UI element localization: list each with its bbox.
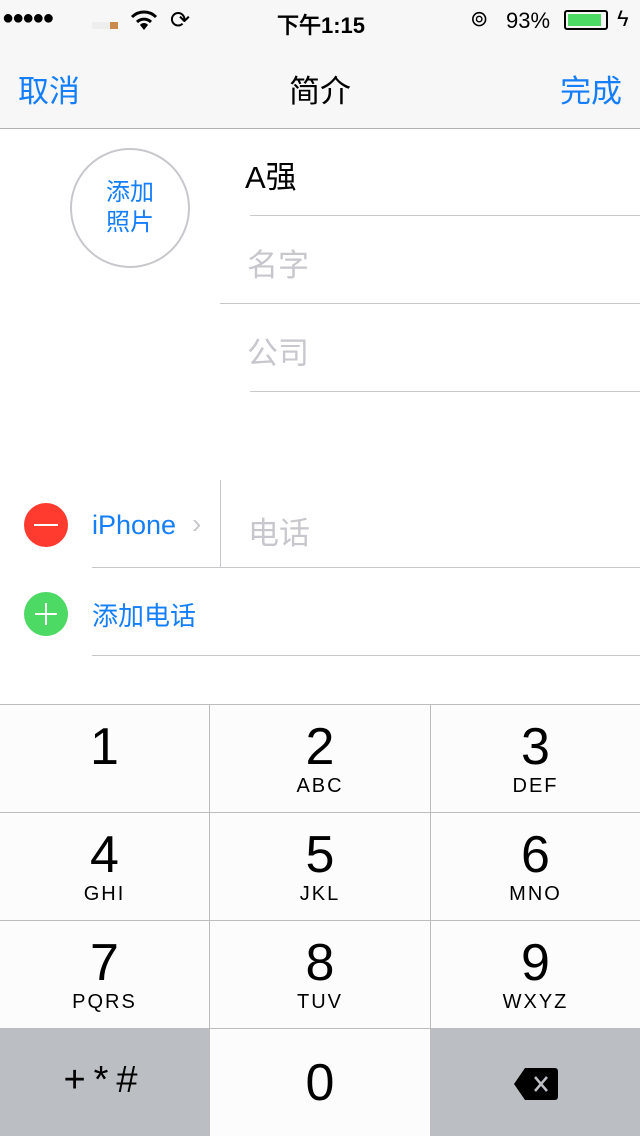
signal-dots: ●●●●● (2, 7, 54, 29)
delete-key[interactable] (431, 1029, 640, 1136)
key-8[interactable]: 8 TUV (210, 921, 430, 1028)
sync-icon: ⟳ (170, 7, 191, 34)
key-1[interactable]: 1 (0, 705, 209, 812)
company-field[interactable]: 公司 (247, 328, 309, 373)
add-photo-label-2: 照片 (106, 209, 154, 236)
key-letters: MNO (509, 883, 562, 905)
battery-percent: 93% (506, 8, 551, 33)
key-digit: 8 (305, 934, 335, 992)
add-photo-label: 添加 (106, 179, 154, 206)
key-letters: DEF (512, 775, 559, 797)
key-digit: 1 (90, 718, 119, 776)
key-7[interactable]: 7 PQRS (0, 921, 209, 1028)
last-name-field[interactable]: A强 (245, 152, 297, 197)
chevron-right-icon: › (192, 508, 202, 539)
add-phone-label[interactable]: 添加电话 (92, 596, 196, 633)
key-3[interactable]: 3 DEF (431, 705, 640, 812)
key-4[interactable]: 4 GHI (0, 813, 209, 920)
key-2[interactable]: 2 ABC (210, 705, 430, 812)
divider (92, 567, 640, 568)
key-digit: 9 (521, 934, 550, 992)
plus-icon (45, 603, 47, 625)
key-letters: JKL (299, 883, 341, 905)
key-letters: WXYZ (502, 991, 569, 1013)
key-9[interactable]: 9 WXYZ (431, 921, 640, 1028)
key-digit: 6 (521, 826, 550, 884)
backspace-icon (513, 1068, 558, 1100)
status-time: 下午1:15 (277, 13, 366, 38)
key-letters: TUV (297, 991, 343, 1013)
symbols-key[interactable]: +*# (0, 1029, 209, 1136)
key-digit: 3 (521, 718, 550, 776)
add-photo-button[interactable]: 添加 照片 (70, 148, 190, 268)
divider (92, 655, 640, 656)
key-letters: ABC (296, 775, 344, 797)
status-bar: ●●●●● ⟳ 下午1:15 ⊚ 93% ϟ (0, 0, 640, 40)
charging-icon: ϟ (617, 6, 629, 31)
rotation-lock-icon: ⊚ (470, 6, 489, 31)
first-name-field[interactable]: 名字 (247, 240, 309, 285)
divider (250, 215, 640, 216)
key-digit: 4 (90, 826, 119, 884)
remove-phone-button[interactable] (24, 503, 68, 547)
wifi-icon (130, 10, 158, 30)
phone-label-selector[interactable]: iPhone (92, 510, 176, 541)
key-digit: 5 (305, 826, 335, 884)
divider (220, 303, 640, 304)
battery-icon (564, 10, 608, 30)
add-phone-button[interactable] (24, 592, 68, 636)
divider (220, 480, 221, 567)
key-6[interactable]: 6 MNO (431, 813, 640, 920)
page-title: 简介 (289, 74, 351, 109)
key-letters: GHI (83, 883, 126, 905)
done-button[interactable]: 完成 (560, 66, 622, 111)
phone-field[interactable]: 电话 (248, 508, 310, 553)
symbols-label: +*# (63, 1059, 146, 1101)
key-digit: 0 (305, 1054, 335, 1112)
key-digit: 2 (305, 718, 335, 776)
key-letters: PQRS (72, 991, 137, 1013)
key-0[interactable]: 0 (210, 1029, 430, 1136)
minus-icon (34, 524, 58, 526)
key-digit: 7 (90, 934, 119, 992)
nav-bar: 取消 简介 完成 (0, 40, 640, 129)
divider (250, 391, 640, 392)
numeric-keypad: 1 2 ABC 3 DEF 4 GHI 5 JKL 6 MNO 7 PQRS 8 TUV 9 WXYZ +*# 0 (0, 704, 640, 1136)
key-5[interactable]: 5 JKL (210, 813, 430, 920)
cigarette-icon (92, 22, 118, 29)
